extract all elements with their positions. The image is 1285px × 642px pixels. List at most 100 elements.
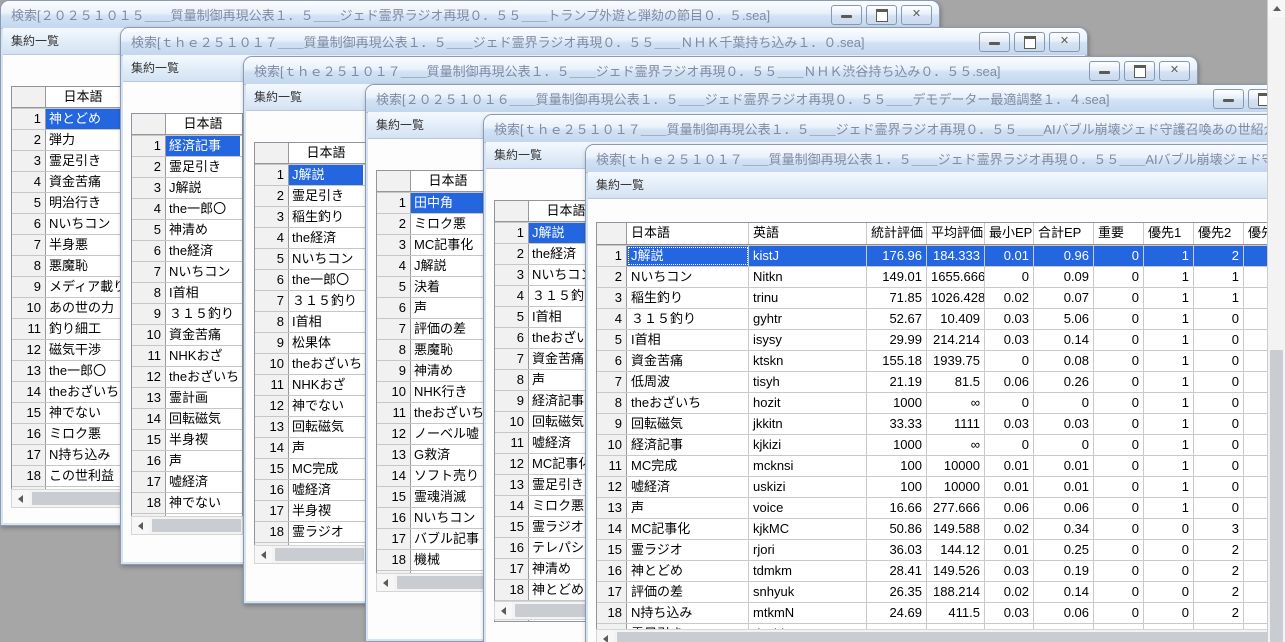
list-item[interactable]: 10 あの世の力	[12, 297, 122, 318]
list-item[interactable]: 7 Nいちコン	[132, 261, 242, 282]
list-item[interactable]: 16 嘘経済	[255, 479, 365, 500]
table-row[interactable]: 14 MC記事化 kjkMC 50.86 149.588 0.02 0.34 0 0 3	[597, 518, 1285, 539]
list-item[interactable]: 10 NHK行き	[377, 381, 487, 402]
list-item[interactable]: 17 バブル記事	[377, 528, 487, 549]
window-titlebar[interactable]: 検索[ｔｈｅ２５１０１７＿＿質量制御再現公表１．５＿＿ジェド霊界ラジオ再現０．５…	[484, 115, 1285, 143]
list-item[interactable]: 14 theおざいち	[12, 381, 122, 402]
scroll-left-button[interactable]	[597, 630, 614, 642]
list-item[interactable]: 9 メディア載り	[12, 276, 122, 297]
list-item[interactable]: 3 霊足引き	[12, 150, 122, 171]
column-header[interactable]: 統計評価	[867, 223, 927, 244]
column-header[interactable]: 日本語	[627, 223, 749, 244]
scroll-left-button[interactable]	[12, 490, 29, 507]
table-row[interactable]: 5 I首相 isysy 29.99 214.214 0.03 0.14 0 1 0	[597, 329, 1285, 350]
list-item[interactable]: 2 ミロク悪	[377, 213, 487, 234]
window-titlebar[interactable]: 検索[２０２５１０１６＿＿質量制御再現公表１．５＿＿ジェド霊界ラジオ再現０．５５…	[366, 85, 1285, 113]
column-header[interactable]: 英語	[749, 223, 867, 244]
maximize-button[interactable]	[1014, 31, 1045, 52]
list-item[interactable]: 7 半身悪	[12, 234, 122, 255]
minimize-button[interactable]	[831, 4, 862, 25]
list-item[interactable]: 10 theおざいち	[255, 353, 365, 374]
table-row[interactable]: 1 J解説 kistJ 176.96 184.333 0.01 0.96 0 1 2	[597, 245, 1285, 266]
list-item[interactable]: 11 NHKおざ	[255, 374, 365, 395]
table-row[interactable]: 9 回転磁気 jkkitn 33.33 1111 0.03 0.03 0 1 0	[597, 413, 1285, 434]
list-item[interactable]: 6 the経済	[132, 240, 242, 261]
list-item[interactable]: 7 評価の差	[377, 318, 487, 339]
scrollbar-thumb[interactable]	[617, 632, 1285, 642]
list-item[interactable]: 1 J解説	[255, 164, 365, 185]
list-item[interactable]: 13 回転磁気	[255, 416, 365, 437]
table-row[interactable]: 16 神とどめ tdmkm 28.41 149.526 0.03 0.19 0 0 2	[597, 560, 1285, 581]
list-item[interactable]: 15 半身禊	[132, 429, 242, 450]
list-item[interactable]: 8 悪魔恥	[12, 255, 122, 276]
list-item[interactable]: 17 N持ち込み	[12, 444, 122, 465]
scroll-left-button[interactable]	[377, 574, 394, 591]
horizontal-scrollbar[interactable]	[11, 489, 123, 508]
list-item[interactable]: 12 ノーベル嘘	[377, 423, 487, 444]
list-item[interactable]: 5 Nいちコン	[255, 248, 365, 269]
minimize-button[interactable]	[979, 31, 1010, 52]
table-row[interactable]: 7 低周波 tisyh 21.19 81.5 0.06 0.26 0 1 0	[597, 371, 1285, 392]
list-item[interactable]: 6 the一郎〇	[255, 269, 365, 290]
table-row[interactable]: 18 N持ち込み mtkmN 24.69 411.5 0.03 0.06 0 0 2	[597, 602, 1285, 623]
list-item[interactable]: 11 釣り細工	[12, 318, 122, 339]
list-item[interactable]: 10 資金苦痛	[132, 324, 242, 345]
window-titlebar[interactable]: 検索[ｔｈｅ２５１０１７＿＿質量制御再現公表１．５＿＿ジェド霊界ラジオ再現０．５…	[121, 28, 1087, 56]
table-row[interactable]: 2 Nいちコン Nitkn 149.01 1655.666 0 0.09 0 1 1	[597, 266, 1285, 287]
list-item[interactable]: 17 半身禊	[255, 500, 365, 521]
list-item[interactable]: 5 明治行き	[12, 192, 122, 213]
close-button[interactable]: ✕	[901, 4, 932, 25]
list-item[interactable]: 3 MC記事化	[377, 234, 487, 255]
list-item[interactable]: 2 弾力	[12, 129, 122, 150]
table-row[interactable]: 3 稲生釣り trinu 71.85 1026.428 0.02 0.07 0 1 1	[597, 287, 1285, 308]
list-item[interactable]: 14 声	[255, 437, 365, 458]
window-titlebar[interactable]: 検索[ｔｈｅ２５１０１７＿＿質量制御再現公表１．５＿＿ジェド霊界ラジオ再現０．５…	[586, 145, 1285, 173]
list-item[interactable]: 3 J解説	[132, 177, 242, 198]
column-header[interactable]: 最小EP	[985, 223, 1034, 244]
list-item[interactable]: 15 MC完成	[255, 458, 365, 479]
window-titlebar[interactable]: 検索[ｔｈｅ２５１０１７＿＿質量制御再現公表１．５＿＿ジェド霊界ラジオ再現０．５…	[244, 57, 1197, 85]
list-item[interactable]: 13 霊計画	[132, 387, 242, 408]
list-item[interactable]: 9 神清め	[377, 360, 487, 381]
list-item[interactable]: 1 田中角	[377, 192, 487, 213]
scrollbar-thumb[interactable]	[275, 548, 364, 561]
list-item[interactable]: 16 Nいちコン	[377, 507, 487, 528]
horizontal-scrollbar[interactable]	[131, 516, 243, 535]
column-header[interactable]: 合計EP	[1034, 223, 1094, 244]
list-item[interactable]: 18 神でない	[132, 492, 242, 513]
list-item[interactable]: 16 ミロク悪	[12, 423, 122, 444]
list-item[interactable]: 3 稲生釣り	[255, 206, 365, 227]
table-row[interactable]: 10 経済記事 kjkizi 1000 ∞ 0 0 0 1 0	[597, 434, 1285, 455]
scroll-left-button[interactable]	[495, 602, 512, 619]
list-item[interactable]: 1 経済記事	[132, 135, 242, 156]
column-header[interactable]: 重要	[1094, 223, 1144, 244]
list-item[interactable]: 14 回転磁気	[132, 408, 242, 429]
list-item[interactable]: 6 Nいちコン	[12, 213, 122, 234]
list-item[interactable]: 17 嘘経済	[132, 471, 242, 492]
column-header[interactable]: 優先2	[1194, 223, 1244, 244]
horizontal-scrollbar[interactable]	[254, 545, 366, 564]
list-item[interactable]: 1 神とどめ	[12, 108, 122, 129]
maximize-button[interactable]	[866, 4, 897, 25]
list-item[interactable]: 13 the一郎〇	[12, 360, 122, 381]
list-item[interactable]: 5 神清め	[132, 219, 242, 240]
list-item[interactable]: 8 悪魔恥	[377, 339, 487, 360]
table-row[interactable]: 12 嘘経済 uskizi 100 10000 0.01 0.01 0 1 0	[597, 476, 1285, 497]
column-header[interactable]: 平均評価	[927, 223, 985, 244]
table-row[interactable]: 15 霊ラジオ rjori 36.03 144.12 0.01 0.25 0 0 2	[597, 539, 1285, 560]
scrollbar-thumb[interactable]	[1270, 350, 1283, 642]
list-item[interactable]: 12 磁気干渉	[12, 339, 122, 360]
list-item[interactable]: 5 決着	[377, 276, 487, 297]
scrollbar-thumb[interactable]	[152, 519, 241, 532]
list-item[interactable]: 12 神でない	[255, 395, 365, 416]
minimize-button[interactable]	[1089, 60, 1120, 81]
table-row[interactable]: 13 声 voice 16.66 277.666 0.06 0.06 0 1 0	[597, 497, 1285, 518]
list-item[interactable]: 15 神でない	[12, 402, 122, 423]
list-item[interactable]: 4 the一郎〇	[132, 198, 242, 219]
list-item[interactable]: 9 松果体	[255, 332, 365, 353]
table-row[interactable]: 17 評価の差 snhyuk 26.35 188.214 0.02 0.14 0 0 2	[597, 581, 1285, 602]
horizontal-scrollbar[interactable]	[376, 573, 488, 592]
list-item[interactable]: 6声	[377, 297, 487, 318]
list-item[interactable]: 12 theおざいち	[132, 366, 242, 387]
list-item[interactable]: 4 資金苦痛	[12, 171, 122, 192]
